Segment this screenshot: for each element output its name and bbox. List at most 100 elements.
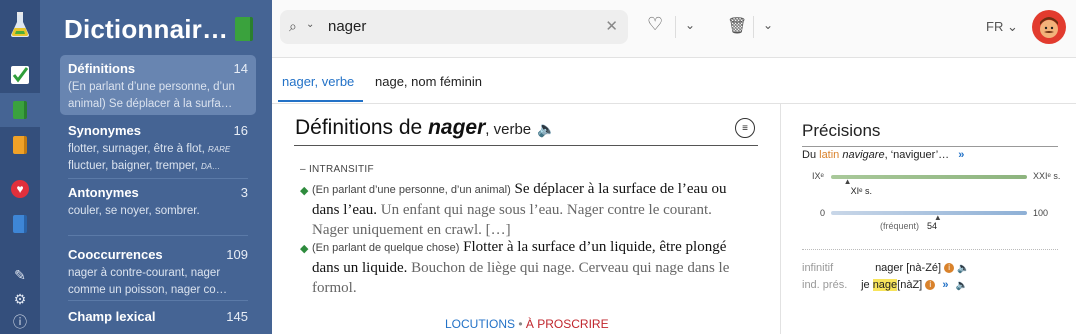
sidebar-item-count: 145	[226, 309, 248, 324]
speaker-icon[interactable]: 🔈	[957, 263, 969, 274]
precisions-title: Précisions	[802, 121, 881, 140]
etymology-more-link[interactable]: »	[958, 149, 964, 161]
infinitive-row: infinitif nager [nà-Zé] i 🔈	[802, 262, 970, 274]
trash-icon[interactable]: 🗑	[727, 16, 747, 36]
page-title: Définitions de nager, verbe 🔈	[295, 116, 556, 140]
sidebar-item-cooccurrences[interactable]: Cooccurrences 109 nager à contre-courant,…	[60, 241, 256, 305]
sidebar-item-preview: fluctuer, baigner, tremper, DA…	[68, 158, 248, 175]
era-marker: ▲	[843, 177, 852, 186]
bullet-diamond-icon: ◆	[300, 185, 309, 197]
rail-dictionnaire-book-icon[interactable]	[0, 93, 40, 127]
sidebar-item-preview: couler, se noyer, sombrer.	[68, 205, 200, 217]
pronunciation-speaker-icon[interactable]: 🔈	[537, 121, 556, 138]
sidebar-item-count: 14	[233, 61, 248, 76]
headword: nager	[428, 116, 486, 139]
sense-domain: (En parlant d’une personne, d’un animal)	[312, 184, 511, 196]
etym-prefix: Du	[802, 149, 817, 161]
sidebar-item-label: Antonymes	[68, 185, 139, 200]
clear-search-close-icon[interactable]: ✕	[605, 17, 618, 35]
divider	[802, 146, 1058, 147]
era-start-label: IXᵉ	[812, 171, 824, 181]
rail-notes-book-icon[interactable]	[0, 207, 40, 241]
sidebar-item-label: Définitions	[68, 61, 136, 76]
part-of-speech: , verbe	[485, 121, 532, 138]
sidebar-item-label: Champ lexical	[68, 309, 156, 324]
frequency-caption: (fréquent)	[880, 221, 920, 231]
divider	[68, 235, 248, 236]
divider	[802, 249, 1058, 250]
toolbar: ⌕ ⌄ nager ✕ ♡ ⌄ 🗑 ⌄ FR ⌄	[272, 0, 1076, 58]
info-icon[interactable]: i	[944, 263, 955, 274]
active-tab-indicator	[278, 100, 363, 102]
etym-language: latin	[819, 149, 840, 161]
grammar-label: – INTRANSITIF	[300, 164, 374, 175]
search-icon[interactable]: ⌕	[289, 18, 297, 35]
app-logo-flask-icon[interactable]	[0, 6, 40, 44]
sidebar-item-label: Cooccurrences	[68, 247, 163, 262]
frequency-bar	[831, 211, 1027, 215]
speaker-icon[interactable]: 🔈	[956, 280, 968, 291]
dictionary-book-icon	[235, 17, 253, 41]
sidebar-item-count: 16	[233, 123, 248, 138]
preview-tag: DA…	[200, 162, 221, 171]
search-options-chevron-down-icon[interactable]: ⌄	[306, 19, 314, 30]
language-selector[interactable]: FR ⌄	[986, 19, 1018, 35]
definition-sense: ◆ (En parlant d’une personne, d’un anima…	[300, 179, 740, 240]
era-end-label: XXIᵉ s.	[1033, 171, 1061, 181]
sidebar-item-antonymes[interactable]: Antonymes 3 couler, se noyer, sombrer.	[60, 179, 256, 226]
rail-guides-book-icon[interactable]	[0, 128, 40, 162]
table-of-contents-icon[interactable]: ≡	[735, 118, 755, 138]
preview-tag: RARE	[208, 145, 231, 154]
locutions-link[interactable]: LOCUTIONS	[445, 317, 515, 331]
sidebar-item-count: 3	[240, 185, 248, 200]
precisions-panel: Précisions Du latin navigare, ‘naviguer’…	[780, 104, 1076, 334]
infinitive-value: nager [nà-Zé]	[875, 262, 942, 274]
etymology: Du latin navigare, ‘naviguer’… »	[802, 149, 964, 161]
era-bar	[831, 175, 1027, 179]
favorite-heart-icon[interactable]: ♡	[647, 14, 663, 35]
a-proscrire-link[interactable]: À PROSCRIRE	[526, 317, 609, 331]
divider	[753, 16, 754, 38]
infinitive-label: infinitif	[802, 262, 834, 274]
sidebar-item-label: Synonymes	[68, 123, 141, 138]
info-icon[interactable]: i	[925, 280, 936, 291]
sidebar-item-synonymes[interactable]: Synonymes 16 flotter, surnager, être à fl…	[60, 117, 256, 181]
sidebar-item-preview: (En parlant d’une personne, d’un animal)…	[68, 81, 235, 110]
bullet-diamond-icon: ◆	[300, 243, 309, 255]
trash-menu-chevron-down-icon[interactable]: ⌄	[763, 18, 773, 32]
rail-help-icon[interactable]: ⓘ	[0, 309, 40, 334]
rail-tools-icon[interactable]: ✎	[0, 262, 40, 288]
search-field[interactable]: ⌕ ⌄ nager ✕	[280, 10, 628, 44]
avatar[interactable]	[1032, 10, 1066, 44]
conjugated-form: nage	[872, 279, 898, 291]
frequency-value: 54	[927, 221, 938, 231]
tab-nage-nom[interactable]: nage, nom féminin	[375, 74, 482, 89]
favorites-menu-chevron-down-icon[interactable]: ⌄	[685, 18, 695, 32]
divider	[294, 145, 758, 146]
title-prefix: Définitions de	[295, 116, 423, 139]
language-label: FR	[986, 19, 1004, 34]
entry-tabs: nager, verbe nage, nom féminin	[272, 58, 1076, 104]
sidebar-item-definitions[interactable]: Définitions 14 (En parlant d’une personne…	[60, 55, 256, 115]
conjugation-more-chevron-icon[interactable]: »	[942, 279, 948, 291]
search-input[interactable]: nager	[328, 18, 366, 35]
definitions-panel: Définitions de nager, verbe 🔈 ≡ – INTRAN…	[272, 104, 780, 334]
present-indicative-row: ind. prés. je nage[nàZ] i » 🔈	[802, 279, 968, 291]
tab-nager-verbe[interactable]: nager, verbe	[282, 74, 354, 89]
section-links: LOCUTIONS • À PROSCRIRE	[445, 317, 609, 331]
rail-favorites-heart-icon[interactable]: ♥	[0, 172, 40, 206]
frequency-max-label: 100	[1033, 208, 1049, 218]
pronoun: je	[861, 279, 870, 291]
rail-correcteur-check-icon[interactable]	[0, 58, 40, 92]
link-separator: •	[518, 317, 523, 331]
sidebar-item-champ-lexical[interactable]: Champ lexical 145	[60, 303, 256, 330]
sidebar: Dictionnair… Définitions 14 (En parlant d…	[40, 0, 272, 334]
present-indicative-label: ind. prés.	[802, 279, 848, 291]
frequency-min-label: 0	[820, 208, 826, 218]
preview-text: flotter, surnager, être à flot,	[68, 143, 205, 155]
sidebar-item-preview: nager à contre-courant, nager comme un p…	[68, 267, 228, 296]
preview-text: fluctuer, baigner, tremper,	[68, 160, 198, 172]
sense-domain: (En parlant de quelque chose)	[312, 242, 460, 254]
divider	[675, 16, 676, 38]
sidebar-title: Dictionnair…	[64, 14, 229, 44]
